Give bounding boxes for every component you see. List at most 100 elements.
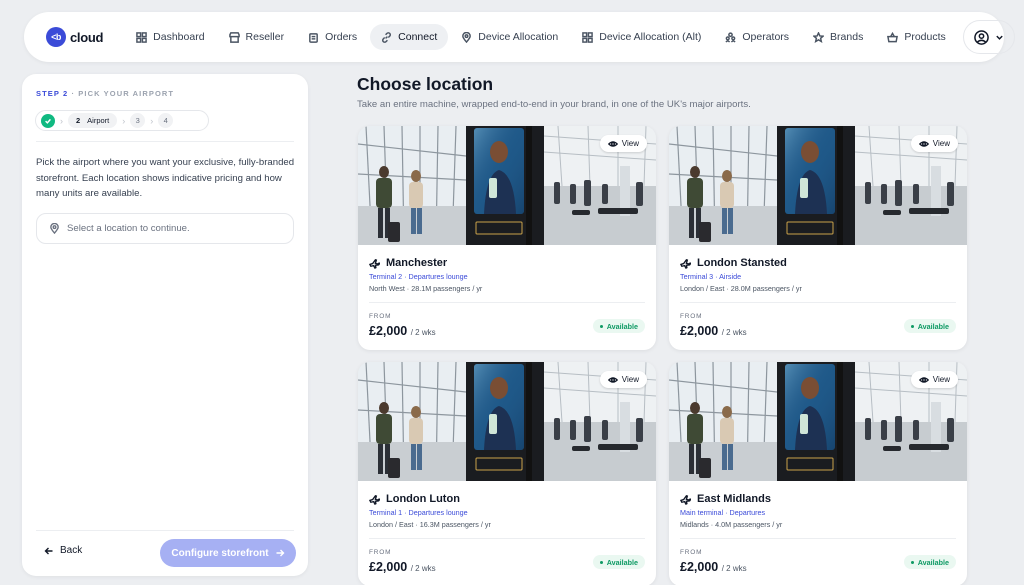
top-navbar: <b cloud Dashboard Reseller Orders Conne… (24, 12, 1015, 62)
divider (36, 141, 294, 142)
eye-icon (607, 376, 618, 383)
status-text: Available (606, 557, 638, 567)
region-info: London / East · 16.3M passengers / yr (369, 520, 491, 529)
location-card-east-midlands[interactable]: View East Midlands Main terminal · Depar… (669, 362, 967, 585)
step-1-complete[interactable] (41, 113, 55, 128)
nav-item-device-allocation[interactable]: Device Allocation (450, 24, 569, 50)
nav-item-label: Operators (742, 31, 790, 43)
location-placeholder: Select a location to continue. (67, 223, 190, 234)
chevron-right-icon: › (122, 115, 126, 126)
view-button[interactable]: View (599, 371, 647, 388)
from-label: FROM (369, 313, 392, 320)
location-card-manchester[interactable]: View Manchester Terminal 2 · Departures … (358, 126, 656, 350)
status-text: Available (606, 321, 638, 331)
status-text: Available (917, 321, 949, 331)
view-label: View (932, 375, 950, 384)
plane-icon (369, 258, 380, 269)
from-label: FROM (680, 313, 703, 320)
from-label: FROM (369, 549, 392, 556)
location-card-london-luton[interactable]: View London Luton Terminal 1 · Departure… (358, 362, 656, 585)
step-heading: STEP 2 · PICK YOUR AIRPORT (36, 89, 174, 98)
arrow-right-icon (276, 549, 285, 557)
location-name: East Midlands (680, 493, 771, 505)
wizard-panel: STEP 2 · PICK YOUR AIRPORT › 2 Airport ›… (22, 74, 308, 576)
nav-item-dashboard[interactable]: Dashboard (125, 24, 215, 50)
location-name: Manchester (369, 257, 447, 269)
status-dot-icon (910, 324, 914, 328)
status-dot-icon (910, 560, 914, 564)
divider (36, 530, 294, 531)
logo-mark-icon: <b (46, 27, 66, 47)
nav-item-label: Device Allocation (Alt) (599, 31, 702, 43)
from-label: FROM (680, 549, 703, 556)
terminal-info: Terminal 1 · Departures lounge (369, 508, 468, 517)
chevron-right-icon: › (60, 115, 63, 126)
configure-storefront-button[interactable]: Configure storefront (160, 539, 296, 567)
nav-item-device-allocation-alt[interactable]: Device Allocation (Alt) (571, 24, 712, 50)
step-3-pending[interactable]: 3 (130, 113, 146, 128)
price-period: / 2 wks (721, 564, 747, 573)
nav-item-connect[interactable]: Connect (370, 24, 449, 50)
nav-item-orders[interactable]: Orders (297, 24, 368, 50)
nav-item-brands[interactable]: Brands (802, 24, 874, 50)
location-name-text: Manchester (386, 257, 448, 269)
divider (680, 538, 956, 539)
basket-icon (887, 31, 899, 42)
status-dot-icon (599, 324, 603, 328)
status-dot-icon (599, 560, 603, 564)
nav-item-label: Products (904, 31, 946, 43)
step-2-label: Airport (87, 116, 110, 125)
eye-icon (918, 376, 929, 383)
nav-item-reseller[interactable]: Reseller (218, 24, 296, 50)
page-subtitle: Take an entire machine, wrapped end-to-e… (357, 99, 751, 110)
grid-icon (136, 31, 147, 43)
nav-item-products[interactable]: Products (876, 24, 956, 50)
price-period: / 2 wks (410, 328, 436, 337)
view-button[interactable]: View (599, 135, 647, 152)
brand-logo[interactable]: <b cloud (46, 27, 103, 47)
view-label: View (621, 375, 639, 384)
nav-menu: Dashboard Reseller Orders Connect Device… (125, 24, 957, 50)
store-icon (228, 31, 240, 43)
back-button[interactable]: Back (44, 545, 82, 556)
status-badge: Available (903, 555, 956, 569)
view-button[interactable]: View (910, 135, 958, 152)
location-name-text: East Midlands (697, 493, 771, 505)
price: £2,000 / 2 wks (369, 560, 436, 574)
divider (369, 302, 645, 303)
chevron-down-icon (996, 35, 1003, 40)
location-card-london-stansted[interactable]: View London Stansted Terminal 3 · Airsid… (669, 126, 967, 350)
location-name: London Luton (369, 493, 460, 505)
status-badge: Available (592, 319, 645, 333)
step-4-pending[interactable]: 4 (158, 113, 174, 128)
plane-icon (680, 494, 691, 505)
step-2-number: 2 (76, 116, 81, 125)
eye-icon (607, 140, 618, 147)
map-pin-icon (50, 223, 59, 234)
price-amount: £2,000 (680, 324, 719, 338)
status-badge: Available (903, 319, 956, 333)
plane-icon (369, 494, 380, 505)
nav-item-operators[interactable]: Operators (714, 24, 800, 50)
nav-item-label: Dashboard (153, 31, 205, 43)
step-title: PICK YOUR AIRPORT (78, 89, 175, 98)
location-name-text: London Stansted (697, 257, 787, 269)
users-icon (725, 31, 737, 43)
selected-location-field[interactable]: Select a location to continue. (36, 213, 294, 244)
check-icon (45, 118, 51, 124)
step-number: STEP 2 (36, 89, 69, 98)
step-2-active[interactable]: 2 Airport (68, 113, 118, 128)
view-button[interactable]: View (910, 371, 958, 388)
price: £2,000 / 2 wks (369, 324, 436, 338)
region-info: London / East · 28.0M passengers / yr (680, 284, 802, 293)
terminal-info: Terminal 3 · Airside (680, 272, 742, 281)
price-amount: £2,000 (369, 560, 408, 574)
region-info: North West · 28.1M passengers / yr (369, 284, 483, 293)
link-icon (382, 31, 392, 43)
price-amount: £2,000 (369, 324, 408, 338)
user-avatar-icon (973, 29, 989, 45)
terminal-info: Terminal 2 · Departures lounge (369, 272, 468, 281)
user-menu-button[interactable] (962, 20, 1015, 54)
nav-item-label: Reseller (245, 31, 285, 43)
nav-item-label: Brands (830, 31, 864, 43)
